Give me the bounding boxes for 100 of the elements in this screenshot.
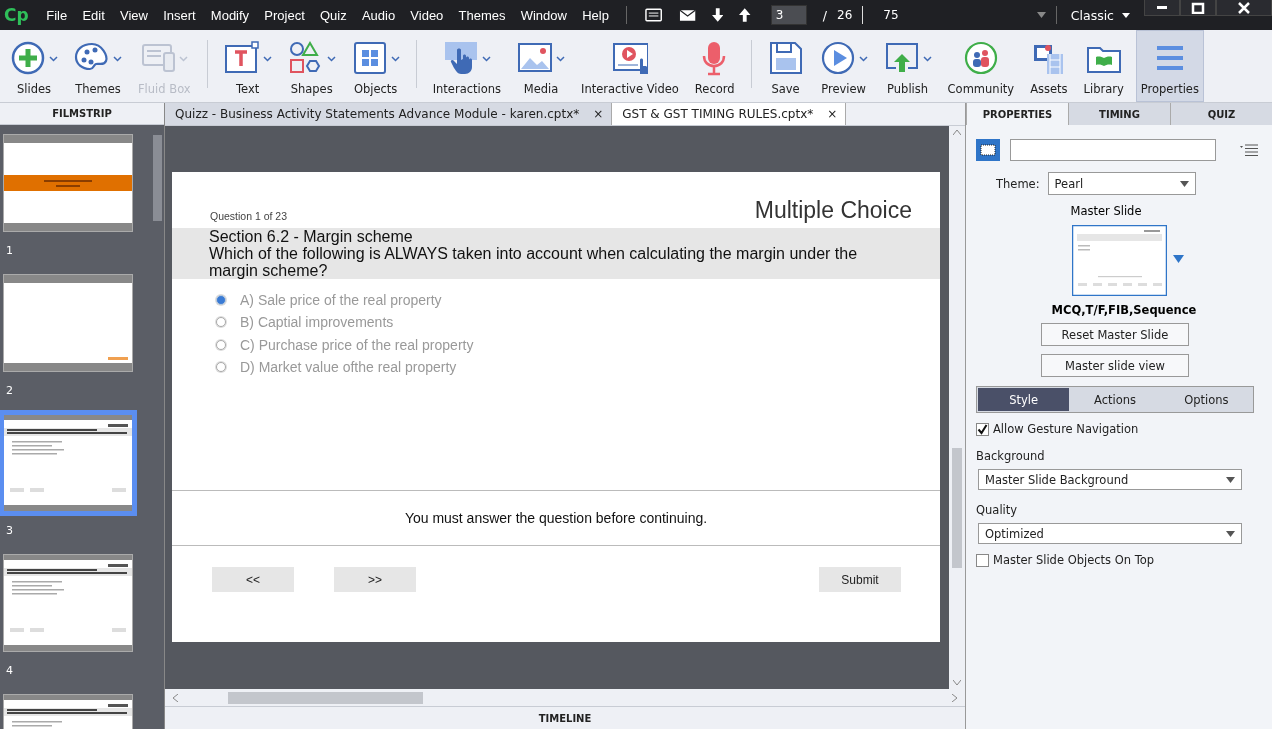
menu-item[interactable]: Window [513,7,575,23]
slides-icon [10,40,46,76]
close-icon [1237,1,1251,14]
zoom-dropdown[interactable]: 75 [877,8,1046,22]
maximize-icon [1191,1,1205,14]
caret-icon [1226,530,1235,537]
menu-item[interactable]: View [112,7,156,23]
themes-tool-button[interactable]: Themes [70,30,126,102]
document-tab[interactable]: Quizz - Business Activity Statements Advance Module - karen.cptx* × [165,103,613,125]
quality-dropdown[interactable]: Optimized [978,523,1242,544]
theme-label: Theme: [996,176,1040,191]
checkbox[interactable] [976,553,989,567]
previous-button[interactable]: << [212,567,294,592]
style-tab[interactable]: Actions [1069,388,1161,411]
slide-title: Multiple Choice [754,197,912,224]
panel-tab[interactable]: QUIZ [1170,103,1272,125]
submit-button[interactable]: Submit [819,567,901,592]
question-text: Which of the following is ALWAYS taken into account when calculating the margin under the margin scheme? [209,245,859,279]
workspace-dropdown[interactable]: Classic [1066,7,1144,23]
radio-button[interactable] [216,339,226,350]
master-slide-view-button[interactable]: Master slide view [1041,354,1189,377]
slide-number: 2 [5,383,14,397]
menu-item[interactable]: Audio [354,7,403,23]
text-icon [223,40,260,76]
slide-total: 26 [837,8,853,22]
text-tool-button[interactable]: Text [219,30,276,102]
answer-option: C) Purchase price of the real property [240,336,474,353]
answer-option: B) Captial improvements [240,314,394,331]
objects-icon [351,40,388,76]
properties-tool-button[interactable]: Properties [1135,30,1204,102]
name-field[interactable] [1010,139,1216,161]
slide-thumbnail[interactable] [3,134,133,232]
menu-item[interactable]: Insert [155,7,204,23]
object-style-icon [976,139,1000,161]
video-tool-button[interactable]: Interactive Video [577,30,683,102]
slide-number-field[interactable]: 3 [770,5,807,25]
caret-icon [1122,12,1130,18]
menu-item[interactable]: Quiz [312,7,355,23]
checkbox-label: Allow Gesture Navigation [993,422,1139,436]
shapes-tool-button[interactable]: Shapes [283,30,340,102]
caret-icon[interactable] [1173,254,1184,263]
slide-separator: / [822,7,827,23]
minimize-icon [1157,6,1167,9]
slides-tool-button[interactable]: Slides [6,30,62,102]
objects-tool-button[interactable]: Objects [347,30,404,102]
menu-item[interactable]: Project [256,7,313,23]
radio-button[interactable] [216,362,226,373]
library-tool-button[interactable]: Library [1079,30,1128,102]
menu-item[interactable]: Help [574,7,617,23]
record-tool-button[interactable]: Record [690,30,739,102]
save-tool-button[interactable]: Save [763,30,808,102]
scrollbar-thumb[interactable] [152,135,162,221]
document-tab[interactable]: GST & GST TIMING RULES.cptx* × [612,103,847,125]
media-tool-button[interactable]: Media [513,30,570,102]
minimize-button[interactable] [1144,0,1180,16]
scrollbar-thumb[interactable] [227,691,423,704]
background-dropdown[interactable]: Master Slide Background [978,469,1242,490]
panel-tab[interactable]: TIMING [1068,103,1170,125]
tab-title: Quizz - Business Activity Statements Advance Module - karen.cptx* [175,107,580,121]
checkbox[interactable] [976,422,989,436]
preview-tool-button[interactable]: Preview [815,30,872,102]
answer-option: A) Sale price of the real property [240,291,442,308]
scroll-right-icon [952,693,957,702]
style-tab[interactable]: Style [978,388,1070,411]
menu-item[interactable]: Edit [74,7,113,23]
checkbox-label: Master Slide Objects On Top [993,553,1155,567]
interactions-tool-button[interactable]: Interactions [428,30,506,102]
master-slide-label: Master Slide [1069,204,1143,218]
menu-item[interactable]: Video [402,7,451,23]
next-button[interactable]: >> [334,567,416,592]
slide-thumbnail[interactable] [3,554,133,652]
close-tab-button[interactable]: × [827,107,838,121]
style-tab[interactable]: Options [1160,388,1252,411]
radio-button[interactable] [216,294,226,305]
caret-icon [1179,180,1189,187]
close-tab-button[interactable]: × [593,107,604,121]
maximize-button[interactable] [1180,0,1216,16]
radio-button[interactable] [216,317,226,328]
slide-number: 4 [5,663,14,677]
theme-dropdown[interactable]: Pearl [1047,172,1196,195]
menu-item[interactable]: Themes [450,7,514,23]
close-button[interactable] [1216,0,1272,16]
video-icon [611,40,648,76]
mail-icon [678,8,696,22]
app-logo: Cp [3,5,30,25]
caret-icon [1036,12,1046,18]
assets-tool-button[interactable]: Assets [1026,30,1072,102]
publish-tool-button[interactable]: Publish [879,30,936,102]
scrollbar-thumb[interactable] [952,447,962,568]
options-menu-icon [1240,144,1258,156]
section-heading: Section 6.2 - Margin scheme [209,228,414,245]
menu-item[interactable]: Modify [203,7,257,23]
reset-master-slide-button[interactable]: Reset Master Slide [1041,323,1189,346]
background-label: Background [976,449,1046,463]
timeline-bar[interactable]: TIMELINE [165,706,965,729]
community-tool-button[interactable]: Community [943,30,1019,102]
menu-item[interactable]: File [38,7,75,23]
scroll-left-icon [173,693,178,702]
tab-title: GST & GST TIMING RULES.cptx* [622,107,814,121]
slide-thumbnail[interactable] [3,274,133,372]
